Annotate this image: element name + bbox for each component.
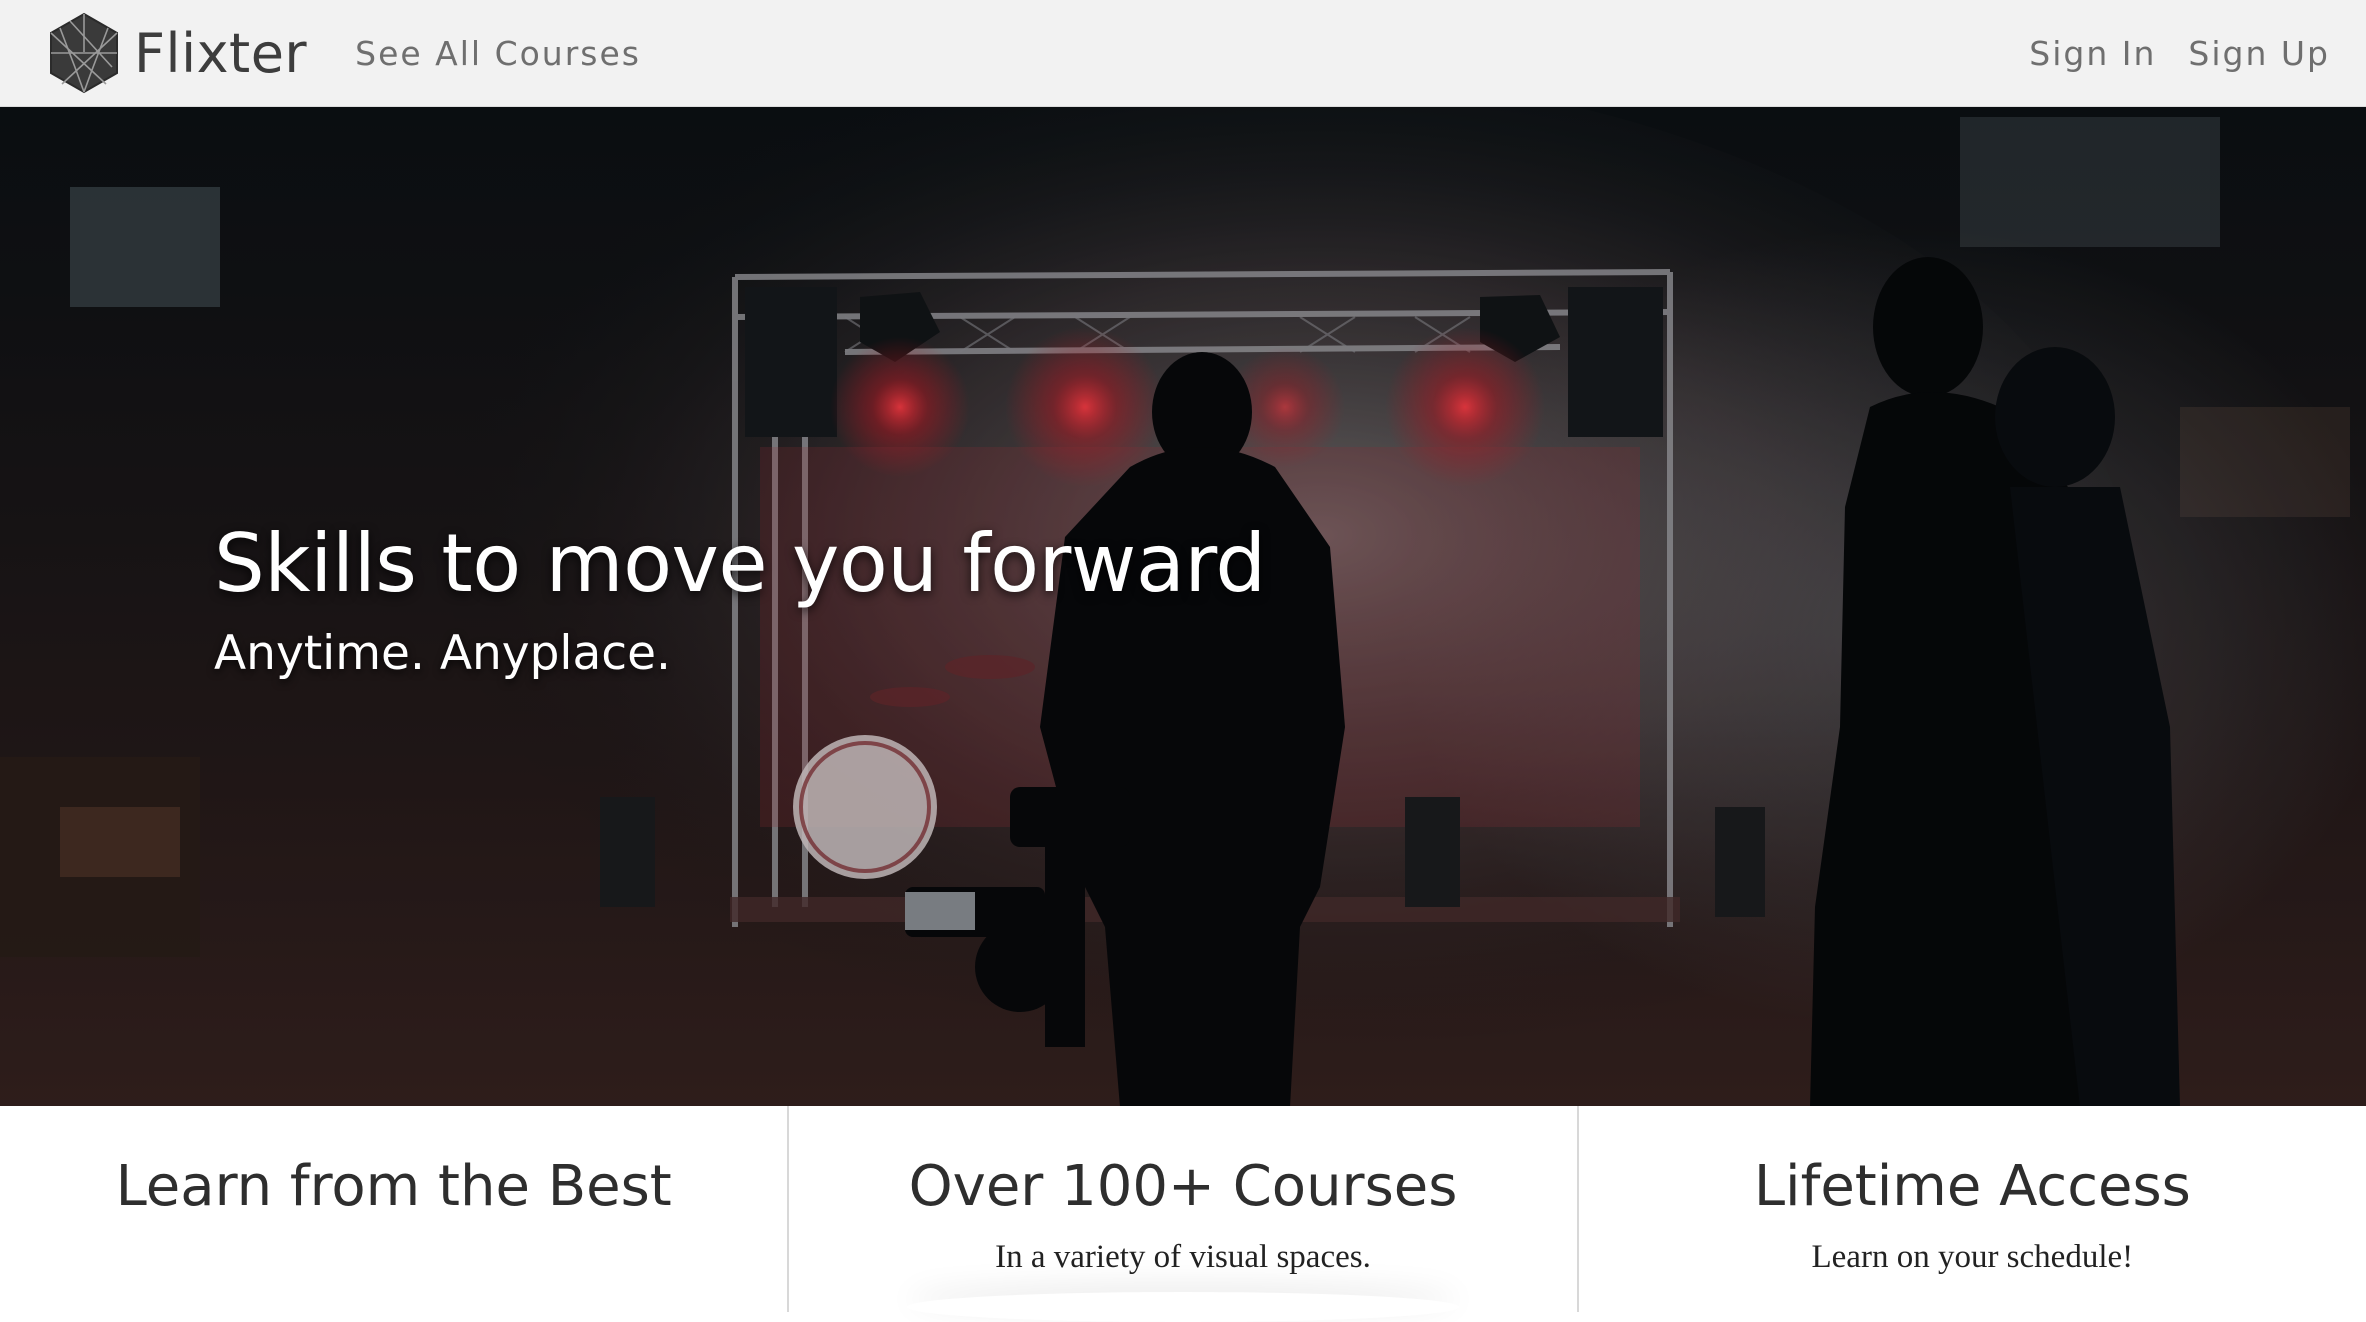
hero-banner: Skills to move you forward Anytime. Anyp… <box>0 107 2366 1106</box>
feature-subtitle: Learn on your schedule! <box>1811 1239 2134 1275</box>
feature-title: Over 100+ Courses <box>908 1154 1458 1219</box>
feature-lifetime-access: Lifetime Access Learn on your schedule! <box>1576 1106 2366 1312</box>
feature-title: Lifetime Access <box>1753 1154 2191 1219</box>
hero-subtitle: Anytime. Anyplace. <box>214 626 671 681</box>
auth-links: Sign In Sign Up <box>2029 34 2330 73</box>
brand-home-link[interactable]: Flixter <box>48 12 307 94</box>
feature-subtitle: In a variety of visual spaces. <box>995 1239 1371 1275</box>
hero-title: Skills to move you forward <box>214 517 1266 610</box>
hero-text-block: Skills to move you forward Anytime. Anyp… <box>214 517 1266 681</box>
sign-up-link[interactable]: Sign Up <box>2188 34 2330 73</box>
feature-courses: Over 100+ Courses In a variety of visual… <box>787 1106 1576 1312</box>
features-row: Learn from the Best Over 100+ Courses In… <box>0 1106 2366 1312</box>
top-navbar: Flixter See All Courses Sign In Sign Up <box>0 0 2366 107</box>
sign-in-link[interactable]: Sign In <box>2029 34 2156 73</box>
faceted-hexagon-icon <box>50 12 118 94</box>
see-all-courses-link[interactable]: See All Courses <box>355 34 641 73</box>
feature-title: Learn from the Best <box>115 1154 672 1219</box>
brand-name: Flixter <box>134 21 308 85</box>
feature-learn-from-best: Learn from the Best <box>0 1106 787 1312</box>
